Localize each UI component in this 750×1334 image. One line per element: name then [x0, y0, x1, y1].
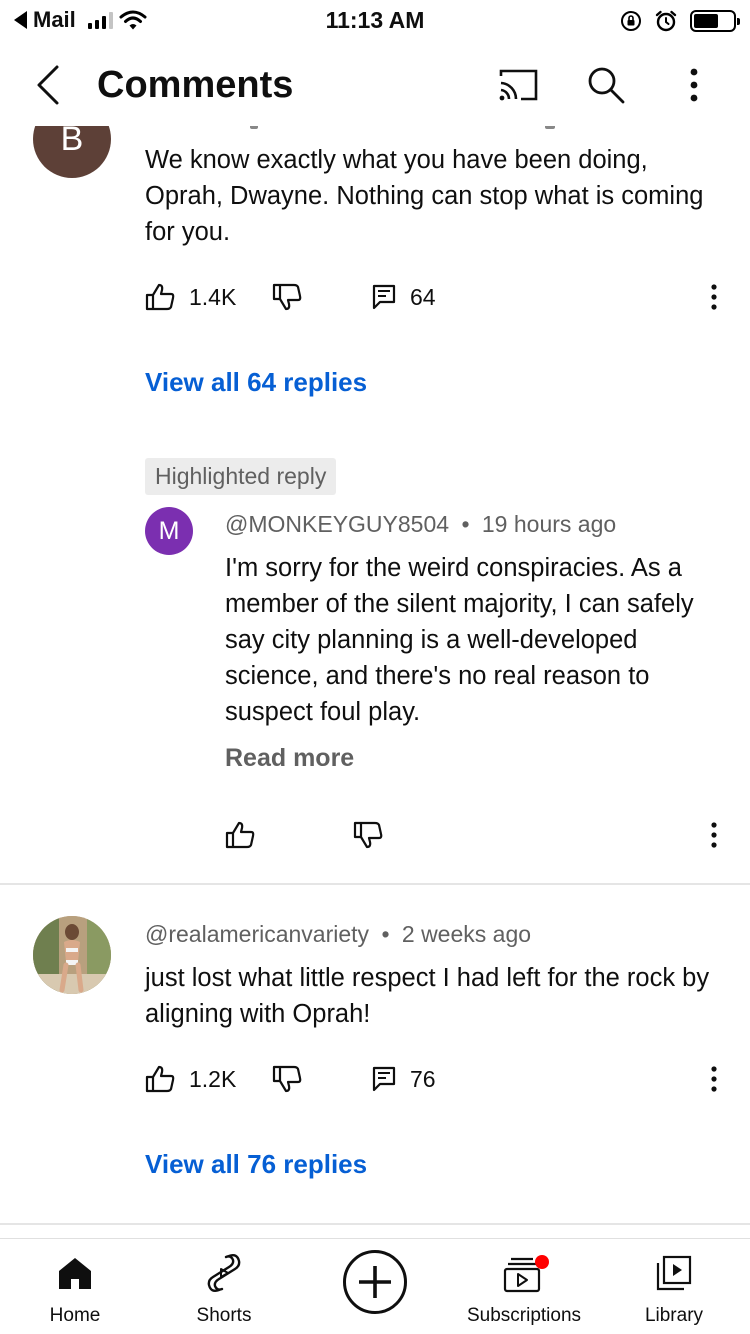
reply-meta: @MONKEYGUY8504 • 19 hours ago [225, 511, 616, 538]
page-title: Comments [97, 64, 294, 106]
view-replies-link[interactable]: View all 76 replies [145, 1149, 367, 1180]
view-replies-link[interactable]: View all 64 replies [145, 367, 367, 398]
like-button[interactable]: 1.2K [145, 1061, 236, 1097]
nav-subscriptions[interactable]: Subscriptions [449, 1249, 599, 1333]
chevron-left-icon [37, 65, 59, 105]
reply-author[interactable]: @MONKEYGUY8504 [225, 511, 449, 537]
comment-text: We know exactly what you have been doing… [145, 146, 704, 246]
comment-meta: @realamericanvariety • 2 weeks ago [145, 921, 531, 948]
comment-actions: 1.4K 64 [145, 279, 725, 315]
back-button[interactable] [28, 62, 68, 108]
more-options-button[interactable] [670, 62, 718, 108]
dislike-button[interactable] [272, 279, 302, 315]
cast-icon [499, 69, 538, 101]
like-count: 1.4K [189, 283, 237, 310]
nav-home-label: Home [49, 1305, 101, 1326]
comment-actions: 1.2K 76 [145, 1061, 725, 1097]
read-more-link[interactable]: Read more [225, 744, 354, 773]
alarm-icon [655, 10, 677, 32]
thread-divider [0, 1223, 750, 1225]
search-icon [588, 67, 625, 104]
thumbs-down-icon [272, 283, 302, 311]
highlighted-reply-badge: Highlighted reply [145, 458, 337, 495]
bottom-navigation: Home Shorts Subscriptions Library [0, 1238, 750, 1334]
kebab-menu-icon [711, 1066, 717, 1092]
comment-menu-button[interactable] [702, 1061, 726, 1097]
thumbs-down-icon [353, 821, 383, 849]
nav-shorts[interactable]: Shorts [149, 1249, 299, 1333]
nav-library-label: Library [644, 1305, 704, 1326]
reply-dislike-button[interactable] [353, 817, 383, 853]
reply-button[interactable]: 76 [372, 1061, 436, 1097]
reply-count: 76 [410, 1065, 436, 1092]
kebab-menu-icon [690, 68, 698, 102]
add-circle-icon [343, 1250, 407, 1314]
author-line-cutoff [145, 126, 565, 132]
comment-menu-button[interactable] [702, 279, 726, 315]
kebab-menu-icon [711, 284, 717, 310]
thumbs-down-icon [272, 1065, 302, 1093]
meta-separator: • [381, 921, 390, 947]
shorts-icon [207, 1253, 241, 1293]
thumbs-up-icon [145, 1065, 175, 1093]
comment-author[interactable]: @realamericanvariety [145, 921, 369, 947]
dislike-button[interactable] [272, 1061, 302, 1097]
library-icon [656, 1255, 692, 1291]
like-button[interactable]: 1.4K [145, 279, 236, 315]
avatar[interactable] [33, 916, 111, 994]
home-icon [59, 1258, 91, 1289]
search-button[interactable] [582, 62, 630, 108]
reply-button[interactable]: 64 [372, 279, 436, 315]
cast-button[interactable] [494, 62, 542, 108]
status-bar: Mail 11:13 AM [0, 0, 750, 44]
reply-count: 64 [410, 283, 436, 310]
create-button[interactable] [300, 1249, 450, 1333]
reply-menu-button[interactable] [702, 817, 726, 853]
app-header: Comments [0, 44, 750, 126]
thumbs-up-icon [145, 283, 175, 311]
comment-icon [372, 284, 396, 310]
reply-timestamp: 19 hours ago [481, 511, 617, 537]
nav-library[interactable]: Library [599, 1249, 749, 1333]
reply-avatar[interactable]: M [145, 507, 193, 555]
nav-home[interactable]: Home [0, 1249, 150, 1333]
thread-divider [0, 883, 750, 885]
avatar[interactable]: B [33, 126, 111, 178]
reply-actions [225, 817, 705, 853]
nav-subscriptions-label: Subscriptions [466, 1305, 582, 1326]
reply-like-button[interactable] [225, 817, 255, 853]
comment-icon [372, 1066, 396, 1092]
like-count: 1.2K [189, 1065, 237, 1092]
comment-text: just lost what little respect I had left… [145, 964, 710, 1028]
notification-dot-icon [535, 1255, 549, 1269]
kebab-menu-icon [711, 822, 717, 848]
comments-list[interactable]: B We know exactly what you have been doi… [0, 126, 750, 1238]
comment-timestamp: 2 weeks ago [401, 921, 532, 947]
battery-icon [690, 10, 740, 32]
meta-separator: • [461, 511, 470, 537]
orientation-lock-icon [621, 11, 641, 31]
profile-photo-image [33, 916, 111, 994]
thumbs-up-icon [225, 821, 255, 849]
nav-shorts-label: Shorts [196, 1305, 252, 1326]
reply-text: I'm sorry for the weird conspiracies. As… [225, 554, 694, 726]
